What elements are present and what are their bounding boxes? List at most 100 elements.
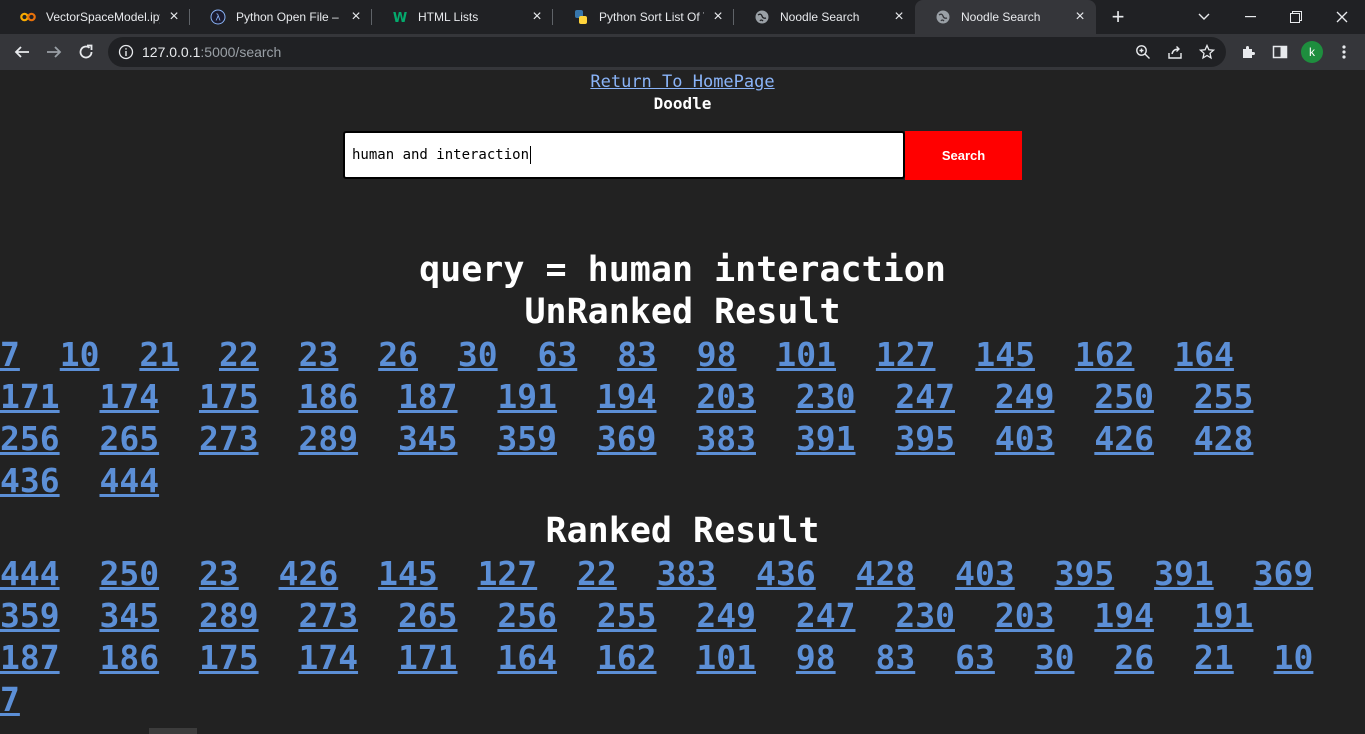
result-doc-link[interactable]: 289 xyxy=(199,596,259,635)
back-icon[interactable] xyxy=(8,38,36,66)
result-doc-link[interactable]: 186 xyxy=(298,377,358,416)
result-doc-link[interactable]: 187 xyxy=(0,638,60,677)
result-doc-link[interactable]: 359 xyxy=(497,419,557,458)
result-doc-link[interactable]: 345 xyxy=(398,419,458,458)
result-doc-link[interactable]: 203 xyxy=(696,377,756,416)
tab-html-lists[interactable]: W HTML Lists × xyxy=(372,0,553,34)
result-doc-link[interactable]: 256 xyxy=(0,419,60,458)
result-doc-link[interactable]: 249 xyxy=(696,596,756,635)
result-doc-link[interactable]: 98 xyxy=(796,638,836,677)
result-doc-link[interactable]: 444 xyxy=(0,554,60,593)
result-doc-link[interactable]: 63 xyxy=(955,638,995,677)
result-doc-link[interactable]: 395 xyxy=(1055,554,1115,593)
result-doc-link[interactable]: 191 xyxy=(497,377,557,416)
extensions-icon[interactable] xyxy=(1234,38,1262,66)
result-doc-link[interactable]: 391 xyxy=(796,419,856,458)
close-tab-icon[interactable]: × xyxy=(1072,9,1088,25)
bookmark-star-icon[interactable] xyxy=(1199,44,1215,60)
zoom-icon[interactable] xyxy=(1135,44,1151,60)
result-doc-link[interactable]: 395 xyxy=(895,419,955,458)
result-doc-link[interactable]: 391 xyxy=(1154,554,1214,593)
result-doc-link[interactable]: 175 xyxy=(199,638,259,677)
horizontal-scrollbar-thumb[interactable] xyxy=(149,728,197,734)
address-bar[interactable]: 127.0.0.1:5000/search xyxy=(108,37,1226,67)
result-doc-link[interactable]: 175 xyxy=(199,377,259,416)
result-doc-link[interactable]: 444 xyxy=(99,461,159,500)
tab-python-open-file[interactable]: λ Python Open File – Ho × xyxy=(190,0,372,34)
side-panel-icon[interactable] xyxy=(1266,38,1294,66)
close-window-icon[interactable] xyxy=(1319,0,1365,34)
result-doc-link[interactable]: 7 xyxy=(0,680,20,719)
result-doc-link[interactable]: 345 xyxy=(99,596,159,635)
result-doc-link[interactable]: 289 xyxy=(298,419,358,458)
tab-vectorspacemodel[interactable]: VectorSpaceModel.ipy × xyxy=(0,0,190,34)
close-tab-icon[interactable]: × xyxy=(166,9,182,25)
result-doc-link[interactable]: 10 xyxy=(1274,638,1314,677)
result-doc-link[interactable]: 194 xyxy=(597,377,657,416)
result-doc-link[interactable]: 194 xyxy=(1094,596,1154,635)
result-doc-link[interactable]: 428 xyxy=(1194,419,1254,458)
reload-icon[interactable] xyxy=(72,38,100,66)
result-doc-link[interactable]: 171 xyxy=(0,377,60,416)
restore-icon[interactable] xyxy=(1273,0,1319,34)
result-doc-link[interactable]: 428 xyxy=(856,554,916,593)
result-doc-link[interactable]: 127 xyxy=(478,554,538,593)
result-doc-link[interactable]: 63 xyxy=(538,335,578,374)
result-doc-link[interactable]: 83 xyxy=(617,335,657,374)
result-doc-link[interactable]: 230 xyxy=(796,377,856,416)
result-doc-link[interactable]: 247 xyxy=(895,377,955,416)
tab-noodle-search-active[interactable]: Noodle Search × xyxy=(915,0,1096,34)
result-doc-link[interactable]: 23 xyxy=(299,335,339,374)
result-doc-link[interactable]: 247 xyxy=(796,596,856,635)
tab-python-sort-list[interactable]: Python Sort List Of Tu × xyxy=(553,0,734,34)
share-icon[interactable] xyxy=(1167,44,1183,60)
url-text[interactable]: 127.0.0.1:5000/search xyxy=(142,44,281,60)
result-doc-link[interactable]: 145 xyxy=(975,335,1035,374)
result-doc-link[interactable]: 83 xyxy=(876,638,916,677)
result-doc-link[interactable]: 187 xyxy=(398,377,458,416)
result-doc-link[interactable]: 162 xyxy=(1075,335,1135,374)
menu-icon[interactable] xyxy=(1330,38,1358,66)
result-doc-link[interactable]: 162 xyxy=(597,638,657,677)
search-input[interactable]: human and interaction xyxy=(343,131,905,179)
return-home-link[interactable]: Return To HomePage xyxy=(0,72,1365,92)
result-doc-link[interactable]: 174 xyxy=(99,377,159,416)
result-doc-link[interactable]: 250 xyxy=(1094,377,1154,416)
result-doc-link[interactable]: 22 xyxy=(577,554,617,593)
result-doc-link[interactable]: 164 xyxy=(1174,335,1234,374)
result-doc-link[interactable]: 7 xyxy=(0,335,20,374)
forward-icon[interactable] xyxy=(40,38,68,66)
result-doc-link[interactable]: 426 xyxy=(279,554,339,593)
result-doc-link[interactable]: 127 xyxy=(876,335,936,374)
result-doc-link[interactable]: 359 xyxy=(0,596,60,635)
result-doc-link[interactable]: 101 xyxy=(696,638,756,677)
result-doc-link[interactable]: 191 xyxy=(1194,596,1254,635)
result-doc-link[interactable]: 265 xyxy=(99,419,159,458)
result-doc-link[interactable]: 230 xyxy=(895,596,955,635)
result-doc-link[interactable]: 250 xyxy=(99,554,159,593)
result-doc-link[interactable]: 255 xyxy=(597,596,657,635)
result-doc-link[interactable]: 203 xyxy=(995,596,1055,635)
result-doc-link[interactable]: 383 xyxy=(696,419,756,458)
result-doc-link[interactable]: 30 xyxy=(1035,638,1075,677)
profile-avatar[interactable]: k xyxy=(1301,41,1323,63)
search-button[interactable]: Search xyxy=(905,131,1022,180)
result-doc-link[interactable]: 186 xyxy=(99,638,159,677)
new-tab-icon[interactable]: + xyxy=(1106,5,1130,29)
result-doc-link[interactable]: 21 xyxy=(1194,638,1234,677)
result-doc-link[interactable]: 403 xyxy=(995,419,1055,458)
result-doc-link[interactable]: 273 xyxy=(298,596,358,635)
result-doc-link[interactable]: 10 xyxy=(60,335,100,374)
result-doc-link[interactable]: 171 xyxy=(398,638,458,677)
result-doc-link[interactable]: 256 xyxy=(497,596,557,635)
result-doc-link[interactable]: 273 xyxy=(199,419,259,458)
site-info-icon[interactable] xyxy=(118,44,134,60)
result-doc-link[interactable]: 426 xyxy=(1094,419,1154,458)
tab-search-icon[interactable] xyxy=(1181,0,1227,34)
result-doc-link[interactable]: 145 xyxy=(378,554,438,593)
result-doc-link[interactable]: 26 xyxy=(1114,638,1154,677)
result-doc-link[interactable]: 98 xyxy=(697,335,737,374)
result-doc-link[interactable]: 21 xyxy=(139,335,179,374)
result-doc-link[interactable]: 383 xyxy=(657,554,717,593)
result-doc-link[interactable]: 436 xyxy=(756,554,816,593)
